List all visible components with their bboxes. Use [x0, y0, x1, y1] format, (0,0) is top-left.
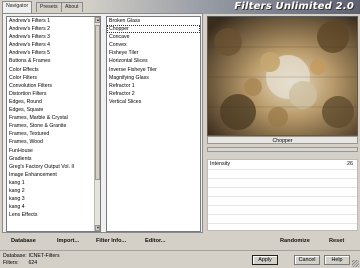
- empty-parameter-row: [208, 214, 357, 223]
- empty-parameter-row: [208, 196, 357, 205]
- category-item[interactable]: kang 3: [7, 195, 100, 203]
- category-item[interactable]: Frames, Textured: [7, 130, 100, 138]
- reset-button[interactable]: Reset: [329, 238, 344, 244]
- import-button[interactable]: Import...: [57, 238, 79, 244]
- filter-item[interactable]: Concave: [107, 33, 200, 41]
- category-item[interactable]: Andrew's Filters 2: [7, 25, 100, 33]
- category-item[interactable]: Convolution Filters: [7, 82, 100, 90]
- category-item[interactable]: Distortion Filters: [7, 90, 100, 98]
- filter-item[interactable]: Chopper: [107, 25, 200, 34]
- filter-item[interactable]: Convex: [107, 41, 200, 49]
- category-item[interactable]: Frames, Marble & Crystal: [7, 114, 100, 122]
- category-item[interactable]: Gradients: [7, 155, 100, 163]
- filters-unlimited-window: Filters Unlimited 2.0 Navigator Presets …: [0, 0, 360, 268]
- scroll-thumb[interactable]: [95, 25, 100, 180]
- category-item[interactable]: Frames, Stone & Granite: [7, 122, 100, 130]
- category-item[interactable]: Andrew's Filters 1: [7, 17, 100, 25]
- category-item[interactable]: Color Effects: [7, 66, 100, 74]
- category-item[interactable]: kang 4: [7, 203, 100, 211]
- tab-about[interactable]: About: [61, 2, 83, 12]
- category-item[interactable]: Edges, Round: [7, 98, 100, 106]
- database-label: Database:: [3, 253, 27, 259]
- empty-parameter-row: [208, 187, 357, 196]
- empty-parameter-row: [208, 205, 357, 214]
- scroll-down-icon[interactable]: ▼: [95, 225, 100, 231]
- parameter-value[interactable]: 26: [347, 160, 353, 169]
- empty-parameter-row: [208, 169, 357, 178]
- category-item[interactable]: FunHouse: [7, 147, 100, 155]
- scroll-up-icon[interactable]: ▲: [95, 17, 100, 23]
- randomize-button[interactable]: Randomize: [280, 238, 310, 244]
- preview-artwork: [208, 17, 357, 135]
- filter-info-button[interactable]: Filter Info...: [96, 238, 126, 244]
- parameter-label: Intensity: [210, 161, 231, 167]
- filter-item[interactable]: Inverse Fisheye Tiler: [107, 66, 200, 74]
- category-item[interactable]: Edges, Square: [7, 106, 100, 114]
- category-item[interactable]: Andrew's Filters 3: [7, 33, 100, 41]
- empty-parameter-row: [208, 223, 357, 232]
- filter-item[interactable]: Horizontal Slices: [107, 57, 200, 65]
- category-scrollbar[interactable]: ▲ ▼: [94, 17, 100, 231]
- filter-item[interactable]: Broken Glass: [107, 17, 200, 25]
- empty-parameter-row: [208, 178, 357, 187]
- database-button[interactable]: Database: [11, 238, 36, 244]
- category-item[interactable]: Andrew's Filters 5: [7, 49, 100, 57]
- tab-navigator[interactable]: Navigator: [2, 1, 33, 13]
- parameter-panel: Intensity 26: [207, 159, 358, 231]
- app-banner: Filters Unlimited 2.0: [86, 0, 360, 14]
- database-value: ICNET-Filters: [28, 253, 60, 259]
- resize-grip-icon[interactable]: [352, 260, 359, 267]
- help-button[interactable]: Help: [324, 255, 350, 265]
- filter-list[interactable]: Broken Glass Chopper Concave Convex Fisheye …: [106, 16, 201, 232]
- filter-item[interactable]: Refractor 1: [107, 82, 200, 90]
- category-item[interactable]: kang 1: [7, 179, 100, 187]
- filter-item[interactable]: Fisheye Tiler: [107, 49, 200, 57]
- category-item[interactable]: Color Filters: [7, 74, 100, 82]
- apply-button[interactable]: Apply: [252, 255, 278, 265]
- filter-item[interactable]: Refractor 2: [107, 90, 200, 98]
- editor-button[interactable]: Editor...: [145, 238, 166, 244]
- filter-item[interactable]: Magnifying Glass: [107, 74, 200, 82]
- category-item[interactable]: Lens Effects: [7, 211, 100, 219]
- parameter-row-intensity[interactable]: Intensity 26: [208, 160, 357, 169]
- category-item[interactable]: Greg's Factory Output Vol. II: [7, 163, 100, 171]
- category-item[interactable]: Buttons & Frames: [7, 57, 100, 65]
- category-item[interactable]: kang 2: [7, 187, 100, 195]
- filters-count: 624: [28, 260, 38, 266]
- filters-label: Filters:: [3, 260, 19, 266]
- preview-caption: Chopper: [207, 136, 358, 144]
- preview-image: [207, 16, 358, 136]
- splitter[interactable]: [207, 147, 358, 152]
- app-title: Filters Unlimited 2.0: [234, 1, 354, 12]
- category-item[interactable]: Image Enhancement: [7, 171, 100, 179]
- category-item[interactable]: Frames, Wood: [7, 138, 100, 146]
- category-item[interactable]: Andrew's Filters 4: [7, 41, 100, 49]
- cancel-button[interactable]: Cancel: [294, 255, 320, 265]
- category-list[interactable]: Andrew's Filters 1 Andrew's Filters 2 Andr…: [6, 16, 101, 232]
- tab-presets[interactable]: Presets: [36, 2, 62, 12]
- filter-item[interactable]: Vertical Slices: [107, 98, 200, 106]
